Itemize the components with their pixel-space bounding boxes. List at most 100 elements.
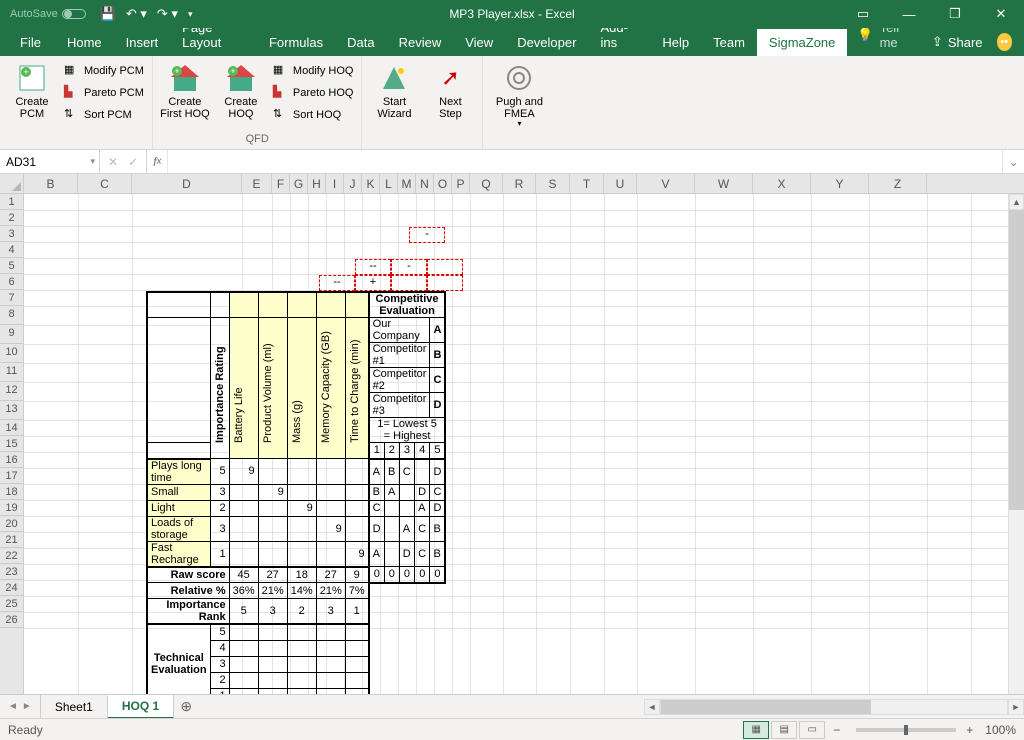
column-header[interactable]: B bbox=[24, 174, 78, 193]
row-header[interactable]: 5 bbox=[0, 258, 23, 274]
minimize-button[interactable]: — bbox=[886, 0, 932, 28]
row-header[interactable]: 11 bbox=[0, 363, 23, 382]
column-header[interactable]: Z bbox=[869, 174, 927, 193]
create-pcm-button[interactable]: + Create PCM bbox=[6, 60, 58, 147]
select-all-button[interactable] bbox=[0, 174, 24, 193]
row-header[interactable]: 26 bbox=[0, 612, 23, 628]
row-header[interactable]: 9 bbox=[0, 325, 23, 344]
tab-file[interactable]: File bbox=[6, 29, 55, 56]
share-button[interactable]: ⇪ Share bbox=[922, 28, 993, 56]
zoom-level[interactable]: 100% bbox=[985, 723, 1016, 737]
row-header[interactable]: 24 bbox=[0, 580, 23, 596]
column-header[interactable]: N bbox=[416, 174, 434, 193]
enter-formula-icon[interactable]: ✓ bbox=[128, 155, 138, 169]
sheet-tab-sheet1[interactable]: Sheet1 bbox=[41, 696, 108, 718]
row-header[interactable]: 4 bbox=[0, 242, 23, 258]
create-first-hoq-button[interactable]: + Create First HOQ bbox=[159, 60, 211, 133]
modify-hoq-button[interactable]: ▦Modify HOQ bbox=[271, 60, 356, 82]
page-break-view-button[interactable]: ▭ bbox=[799, 721, 825, 739]
modify-pcm-button[interactable]: ▦Modify PCM bbox=[62, 60, 146, 82]
fx-icon[interactable]: fx bbox=[147, 150, 168, 173]
horizontal-scrollbar[interactable]: ◄ ► bbox=[644, 699, 1024, 715]
row-header[interactable]: 1 bbox=[0, 194, 23, 210]
tab-sigmazone[interactable]: SigmaZone bbox=[757, 29, 847, 56]
sheet-tab-hoq1[interactable]: HOQ 1 bbox=[108, 695, 174, 719]
autosave-switch[interactable] bbox=[62, 9, 86, 19]
pareto-hoq-button[interactable]: ▙Pareto HOQ bbox=[271, 82, 356, 104]
row-header[interactable]: 21 bbox=[0, 532, 23, 548]
row-header[interactable]: 7 bbox=[0, 290, 23, 306]
tab-home[interactable]: Home bbox=[55, 29, 114, 56]
column-header[interactable]: S bbox=[536, 174, 570, 193]
new-sheet-button[interactable]: ⊕ bbox=[174, 698, 198, 715]
formula-input[interactable] bbox=[168, 150, 1002, 173]
zoom-slider[interactable] bbox=[856, 728, 956, 732]
feedback-smiley-icon[interactable]: •• bbox=[997, 33, 1012, 51]
row-header[interactable]: 16 bbox=[0, 452, 23, 468]
name-box[interactable]: AD31 bbox=[0, 150, 100, 173]
row-header[interactable]: 17 bbox=[0, 468, 23, 484]
column-header[interactable]: Y bbox=[811, 174, 869, 193]
close-button[interactable]: ✕ bbox=[978, 0, 1024, 28]
column-header[interactable]: C bbox=[78, 174, 132, 193]
sort-hoq-button[interactable]: ⇅Sort HOQ bbox=[271, 104, 356, 126]
next-step-button[interactable]: ➚ Next Step bbox=[424, 60, 476, 147]
row-header[interactable]: 3 bbox=[0, 226, 23, 242]
ribbon-display-options-icon[interactable]: ▭ bbox=[840, 0, 886, 28]
row-header[interactable]: 10 bbox=[0, 344, 23, 363]
grid[interactable]: - -- - -- + bbox=[24, 194, 1024, 718]
scroll-left-icon[interactable]: ◄ bbox=[644, 699, 660, 715]
row-header[interactable]: 19 bbox=[0, 500, 23, 516]
normal-view-button[interactable]: ▦ bbox=[743, 721, 769, 739]
tab-help[interactable]: Help bbox=[650, 29, 701, 56]
column-header[interactable]: J bbox=[344, 174, 362, 193]
column-header[interactable]: F bbox=[272, 174, 290, 193]
scroll-right-icon[interactable]: ► bbox=[1008, 699, 1024, 715]
row-header[interactable]: 15 bbox=[0, 436, 23, 452]
column-header[interactable]: Q bbox=[470, 174, 503, 193]
sheet-nav-first-icon[interactable]: ◄ bbox=[8, 701, 18, 712]
column-header[interactable]: V bbox=[637, 174, 695, 193]
column-header[interactable]: H bbox=[308, 174, 326, 193]
tab-insert[interactable]: Insert bbox=[114, 29, 171, 56]
row-header[interactable]: 13 bbox=[0, 401, 23, 420]
column-header[interactable]: M bbox=[398, 174, 416, 193]
row-header[interactable]: 6 bbox=[0, 274, 23, 290]
tab-view[interactable]: View bbox=[453, 29, 505, 56]
tab-review[interactable]: Review bbox=[387, 29, 454, 56]
row-header[interactable]: 22 bbox=[0, 548, 23, 564]
tab-team[interactable]: Team bbox=[701, 29, 757, 56]
sort-pcm-button[interactable]: ⇅Sort PCM bbox=[62, 104, 146, 126]
tab-formulas[interactable]: Formulas bbox=[257, 29, 335, 56]
restore-button[interactable]: ❐ bbox=[932, 0, 978, 28]
column-header[interactable]: R bbox=[503, 174, 536, 193]
column-header[interactable]: T bbox=[570, 174, 604, 193]
column-header[interactable]: L bbox=[380, 174, 398, 193]
undo-icon[interactable]: ↶ ▾ bbox=[126, 6, 147, 22]
row-header[interactable]: 12 bbox=[0, 382, 23, 401]
sheet-tab-nav[interactable]: ◄► bbox=[0, 701, 40, 712]
row-header[interactable]: 14 bbox=[0, 420, 23, 436]
vertical-scrollbar[interactable]: ▲ ▼ bbox=[1008, 194, 1024, 718]
vscroll-thumb[interactable] bbox=[1009, 210, 1024, 510]
row-header[interactable]: 8 bbox=[0, 306, 23, 325]
scroll-up-icon[interactable]: ▲ bbox=[1009, 194, 1024, 210]
cancel-formula-icon[interactable]: ✕ bbox=[108, 155, 118, 169]
row-header[interactable]: 23 bbox=[0, 564, 23, 580]
save-icon[interactable]: 💾 bbox=[100, 6, 116, 22]
pugh-fmea-button[interactable]: Pugh and FMEA ▾ bbox=[489, 60, 549, 147]
autosave-toggle[interactable]: AutoSave bbox=[10, 8, 86, 20]
formula-bar-expand-icon[interactable]: ⌄ bbox=[1002, 150, 1024, 173]
hscroll-thumb[interactable] bbox=[661, 700, 871, 714]
zoom-out-button[interactable]: − bbox=[833, 723, 840, 737]
row-header[interactable]: 18 bbox=[0, 484, 23, 500]
column-header[interactable]: G bbox=[290, 174, 308, 193]
column-header[interactable]: X bbox=[753, 174, 811, 193]
sheet-nav-last-icon[interactable]: ► bbox=[22, 701, 32, 712]
row-header[interactable]: 25 bbox=[0, 596, 23, 612]
zoom-in-button[interactable]: + bbox=[966, 723, 973, 737]
column-header[interactable]: I bbox=[326, 174, 344, 193]
column-header[interactable]: O bbox=[434, 174, 452, 193]
column-header[interactable]: P bbox=[452, 174, 470, 193]
column-header[interactable]: U bbox=[604, 174, 637, 193]
